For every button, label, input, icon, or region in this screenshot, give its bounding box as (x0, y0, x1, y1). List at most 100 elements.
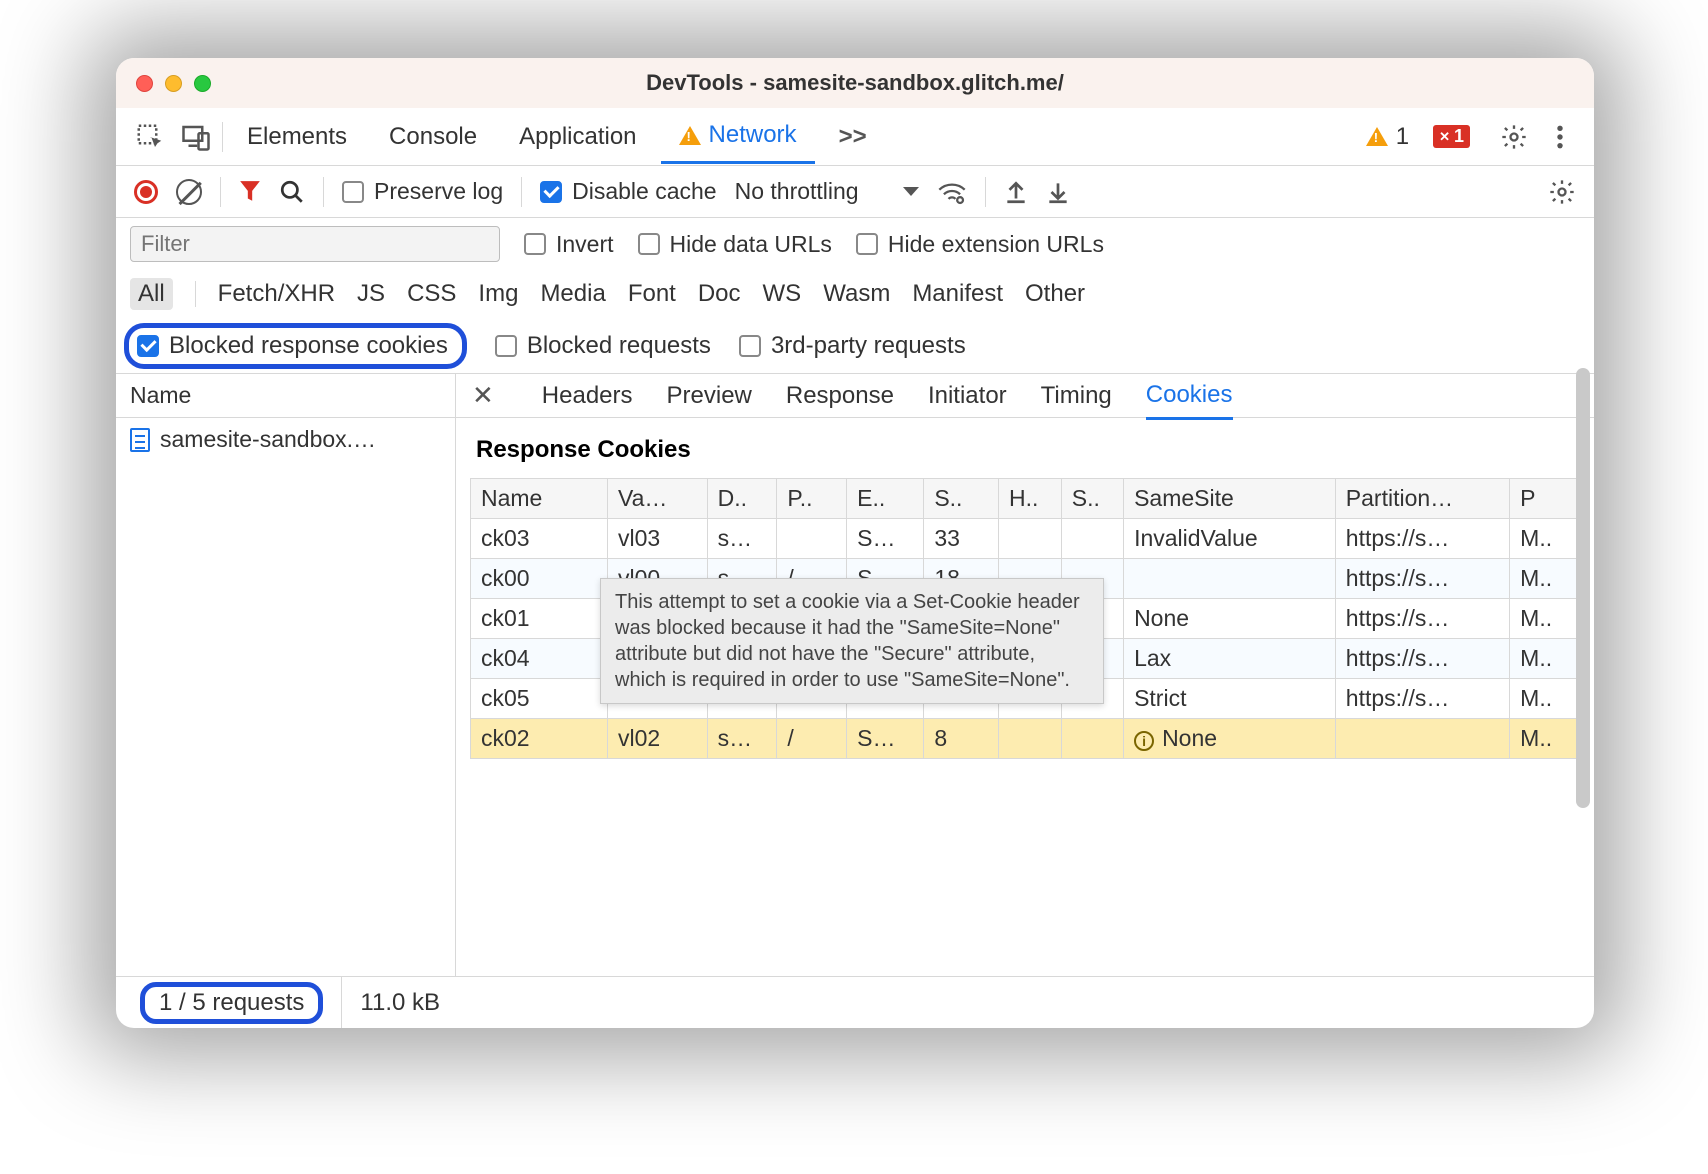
clear-button[interactable] (176, 179, 202, 205)
table-header-cell[interactable]: Partition… (1335, 479, 1509, 519)
preserve-log-checkbox[interactable]: Preserve log (342, 178, 503, 205)
type-manifest[interactable]: Manifest (912, 280, 1003, 308)
network-conditions-icon[interactable] (937, 179, 967, 205)
throttling-select[interactable]: No throttling (735, 178, 919, 205)
network-settings-icon[interactable] (1548, 178, 1576, 206)
table-cell: M.. (1510, 559, 1580, 599)
table-header-row[interactable]: NameVa…D..P..E..S..H..S..SameSitePartiti… (471, 479, 1580, 519)
type-wasm[interactable]: Wasm (823, 280, 890, 308)
preserve-log-label: Preserve log (374, 178, 503, 205)
third-party-requests-checkbox[interactable]: 3rd-party requests (739, 332, 966, 360)
upload-har-icon[interactable] (1004, 179, 1028, 205)
tab-network[interactable]: Network (661, 109, 815, 164)
table-header-cell[interactable]: E.. (847, 479, 924, 519)
scrollbar[interactable] (1576, 368, 1590, 808)
detail-pane: ✕ Headers Preview Response Initiator Tim… (456, 374, 1594, 976)
table-row[interactable]: ck03vl03s…S…33InvalidValuehttps://s…M.. (471, 519, 1580, 559)
checkbox-icon (739, 335, 761, 357)
download-har-icon[interactable] (1046, 179, 1070, 205)
invert-checkbox[interactable]: Invert (524, 231, 614, 258)
type-fetch-xhr[interactable]: Fetch/XHR (218, 280, 335, 308)
warning-icon (1366, 127, 1388, 146)
issues-error-badge[interactable]: 1 (1433, 125, 1470, 148)
table-header-cell[interactable]: H.. (999, 479, 1062, 519)
error-count: 1 (1454, 126, 1464, 147)
device-toggle-icon[interactable] (176, 117, 216, 157)
transfer-size: 11.0 kB (360, 989, 440, 1017)
type-js[interactable]: JS (357, 280, 385, 308)
tab-elements[interactable]: Elements (229, 108, 365, 165)
throttling-value: No throttling (735, 178, 859, 205)
tab-application[interactable]: Application (501, 108, 654, 165)
detail-tab-initiator[interactable]: Initiator (928, 382, 1007, 410)
tab-console[interactable]: Console (371, 108, 495, 165)
request-list-header[interactable]: Name (116, 374, 455, 418)
hide-data-urls-checkbox[interactable]: Hide data URLs (638, 231, 832, 258)
filter-input[interactable] (130, 226, 500, 262)
disable-cache-checkbox[interactable]: Disable cache (540, 178, 716, 205)
table-header-cell[interactable]: S.. (924, 479, 999, 519)
close-detail-button[interactable]: ✕ (472, 380, 508, 411)
detail-tab-preview[interactable]: Preview (667, 382, 752, 410)
blocked-requests-checkbox[interactable]: Blocked requests (495, 332, 711, 360)
table-cell: https://s… (1335, 639, 1509, 679)
table-cell: ck00 (471, 559, 608, 599)
record-button[interactable] (134, 180, 158, 204)
resource-type-row: All Fetch/XHR JS CSS Img Media Font Doc … (116, 270, 1594, 318)
detail-tab-timing[interactable]: Timing (1041, 382, 1112, 410)
checkbox-icon (524, 233, 546, 255)
type-ws[interactable]: WS (763, 280, 802, 308)
settings-icon[interactable] (1494, 117, 1534, 157)
divider (220, 177, 221, 207)
table-header-cell[interactable]: Va… (608, 479, 708, 519)
table-cell: M.. (1510, 639, 1580, 679)
type-font[interactable]: Font (628, 280, 676, 308)
cookie-block-tooltip: This attempt to set a cookie via a Set-C… (600, 578, 1104, 704)
type-css[interactable]: CSS (407, 280, 456, 308)
table-header-cell[interactable]: P (1510, 479, 1580, 519)
response-cookies-title: Response Cookies (456, 418, 1594, 478)
blocked-response-cookies-checkbox[interactable]: Blocked response cookies (137, 332, 448, 360)
kebab-menu-icon[interactable] (1540, 117, 1580, 157)
detail-tabstrip: ✕ Headers Preview Response Initiator Tim… (456, 374, 1594, 418)
inspect-icon[interactable] (130, 117, 170, 157)
type-media[interactable]: Media (540, 280, 605, 308)
requests-count-highlight: 1 / 5 requests (140, 982, 323, 1024)
search-icon[interactable] (279, 179, 305, 205)
detail-tab-response[interactable]: Response (786, 382, 894, 410)
blocked-response-cookies-highlight: Blocked response cookies (124, 323, 467, 369)
more-tabs-button[interactable]: >> (821, 108, 885, 165)
table-cell: M.. (1510, 719, 1580, 759)
table-cell: M.. (1510, 679, 1580, 719)
type-all[interactable]: All (130, 278, 173, 310)
table-header-cell[interactable]: D.. (707, 479, 777, 519)
filter-toggle-icon[interactable] (239, 180, 261, 204)
divider (195, 281, 196, 307)
table-cell: https://s… (1335, 559, 1509, 599)
issues-warning-badge[interactable]: 1 (1366, 123, 1409, 151)
table-cell: ck03 (471, 519, 608, 559)
table-cell: vl02 (608, 719, 708, 759)
type-doc[interactable]: Doc (698, 280, 741, 308)
detail-tab-cookies[interactable]: Cookies (1146, 381, 1233, 420)
main-tabstrip: Elements Console Application Network >> … (116, 108, 1594, 166)
table-header-cell[interactable]: P.. (777, 479, 847, 519)
document-icon (130, 428, 150, 452)
table-header-cell[interactable]: Name (471, 479, 608, 519)
request-row[interactable]: samesite-sandbox.… (116, 418, 455, 461)
type-other[interactable]: Other (1025, 280, 1085, 308)
status-bar: 1 / 5 requests 11.0 kB (116, 976, 1594, 1028)
table-cell (999, 719, 1062, 759)
table-header-cell[interactable]: S.. (1061, 479, 1123, 519)
blocked-requests-label: Blocked requests (527, 332, 711, 360)
network-toolbar: Preserve log Disable cache No throttling (116, 166, 1594, 218)
table-row[interactable]: ck02vl02s…/S…8iNoneM.. (471, 719, 1580, 759)
third-party-label: 3rd-party requests (771, 332, 966, 360)
type-img[interactable]: Img (478, 280, 518, 308)
detail-tab-headers[interactable]: Headers (542, 382, 633, 410)
hide-extension-urls-checkbox[interactable]: Hide extension URLs (856, 231, 1104, 258)
table-header-cell[interactable]: SameSite (1124, 479, 1336, 519)
table-cell (1061, 719, 1123, 759)
invert-label: Invert (556, 231, 614, 258)
info-icon[interactable]: i (1134, 731, 1154, 751)
